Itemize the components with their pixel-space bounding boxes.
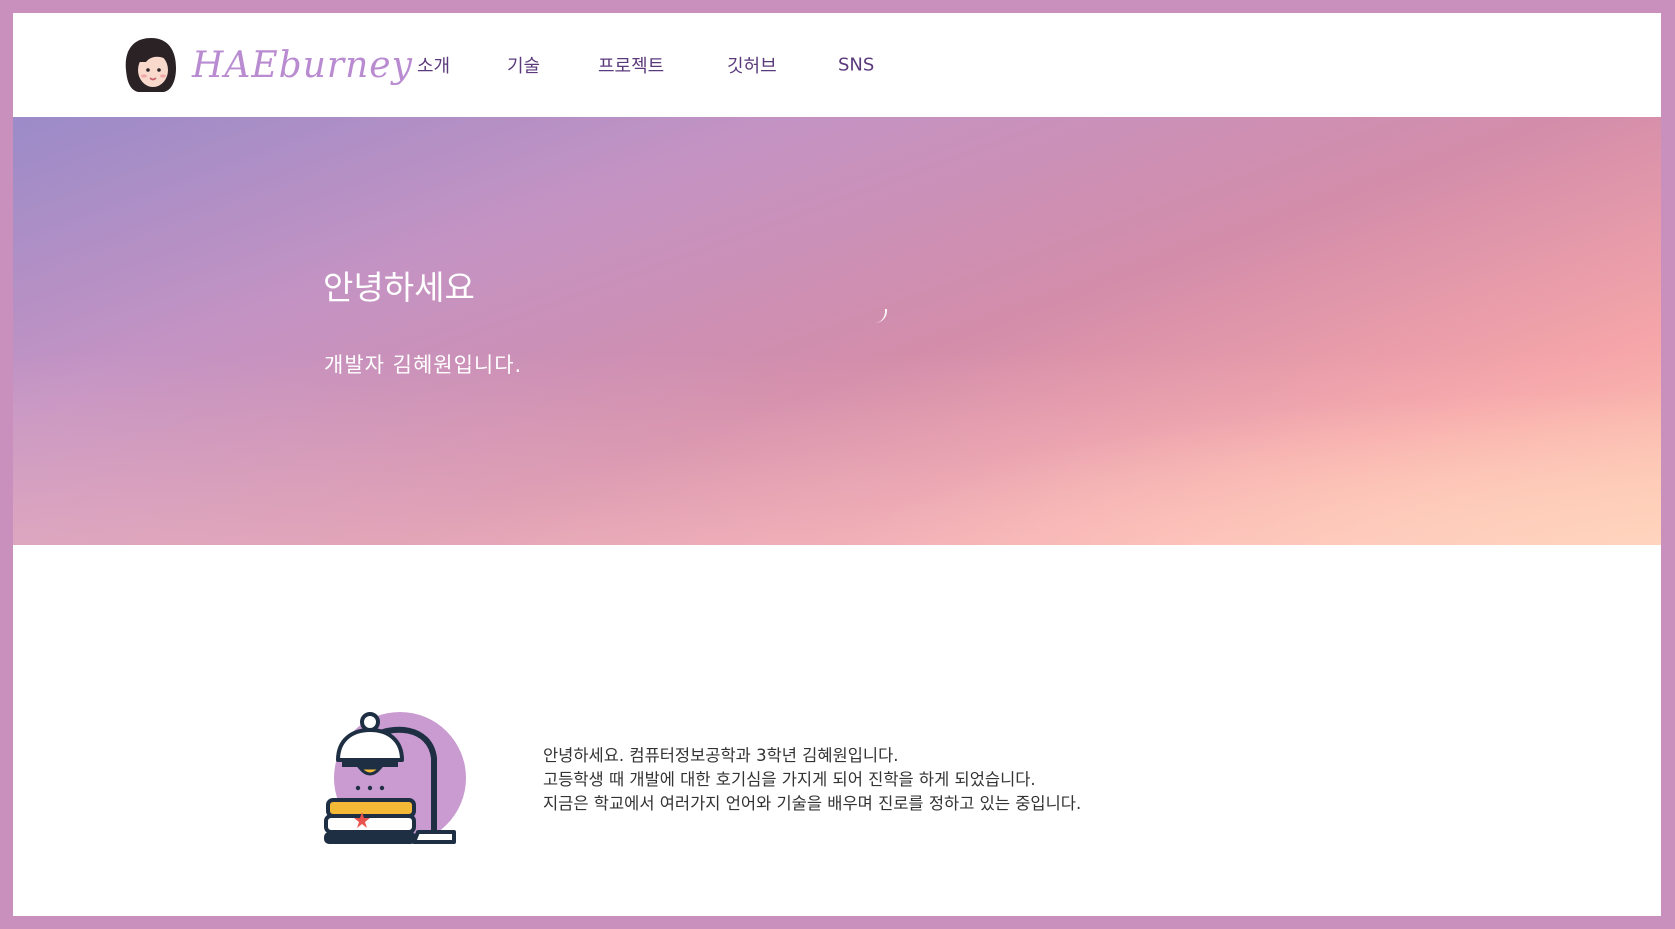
hero-gradient-overlay xyxy=(13,117,1661,545)
brand-logo[interactable]: HAEburney xyxy=(118,27,413,103)
about-description: 안녕하세요. 컴퓨터정보공학과 3학년 김혜원입니다. 고등학생 때 개발에 대… xyxy=(543,744,1081,816)
hero-banner: 안녕하세요 개발자 김혜원입니다. xyxy=(13,117,1661,545)
hero-title: 안녕하세요 xyxy=(323,268,475,307)
site-header: HAEburney 소개 기술 프로젝트 깃허브 SNS xyxy=(13,13,1661,117)
hero-subtitle: 개발자 김혜원입니다. xyxy=(324,353,523,377)
brand-name: HAEburney xyxy=(192,44,413,86)
about-line: 고등학생 때 개발에 대한 호기심을 가지게 되어 진학을 하게 되었습니다. xyxy=(543,770,1036,789)
nav-item-about[interactable]: 소개 xyxy=(417,52,450,78)
about-line: 안녕하세요. 컴퓨터정보공학과 3학년 김혜원입니다. xyxy=(543,746,899,765)
desk-lamp-books-icon xyxy=(324,712,466,844)
about-line: 지금은 학교에서 여러가지 언어와 기술을 배우며 진로를 정하고 있는 중입니… xyxy=(543,794,1082,813)
nav-item-skills[interactable]: 기술 xyxy=(507,52,540,78)
page-frame: HAEburney 소개 기술 프로젝트 깃허브 SNS 안녕하세요 개발자 김… xyxy=(13,13,1661,916)
avatar-icon xyxy=(125,38,176,92)
nav-item-github[interactable]: 깃허브 xyxy=(727,52,777,78)
nav-item-projects[interactable]: 프로젝트 xyxy=(598,52,664,78)
nav-item-sns[interactable]: SNS xyxy=(838,55,874,76)
